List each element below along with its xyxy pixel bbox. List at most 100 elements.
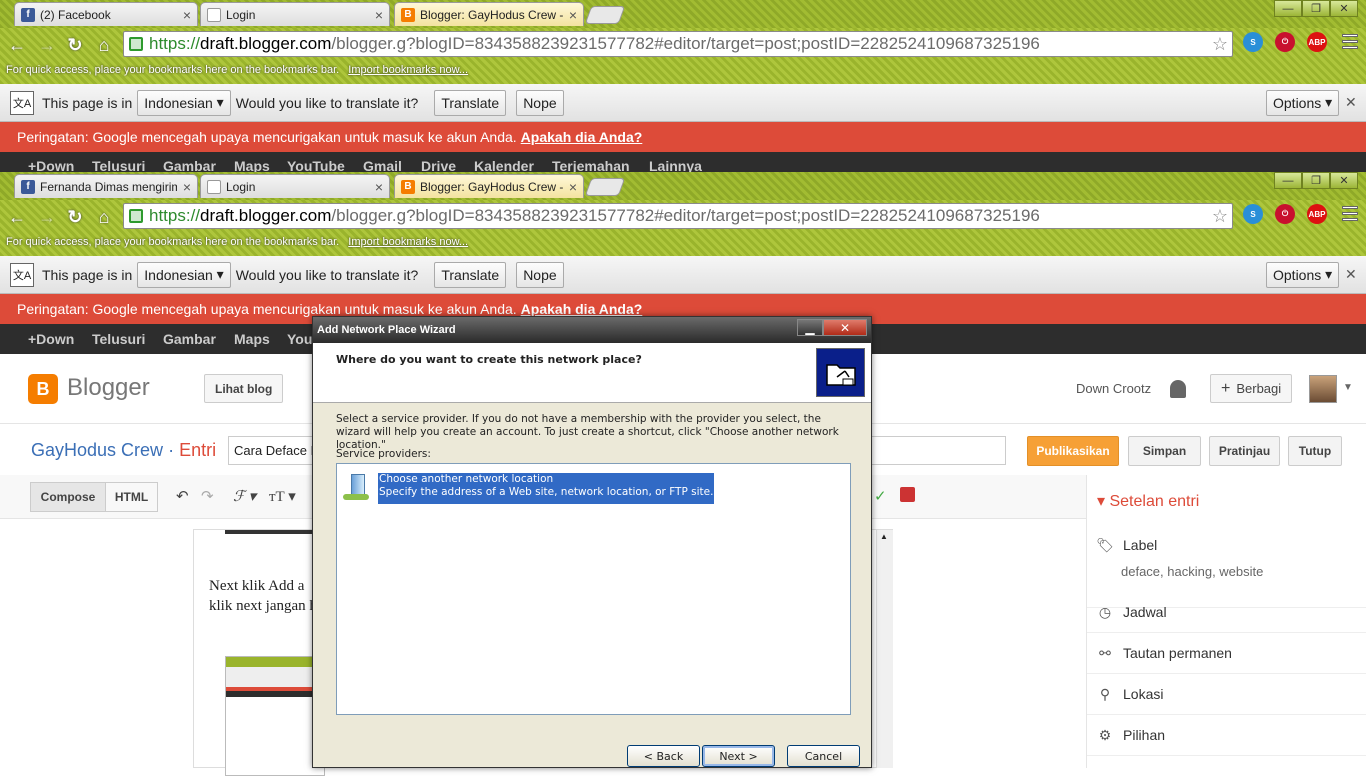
import-bookmarks-link[interactable]: Import bookmarks now... [348, 236, 468, 248]
skype-icon[interactable]: S [1243, 32, 1263, 52]
close-icon[interactable]: × [183, 7, 191, 23]
compose-tab[interactable]: Compose [30, 482, 106, 512]
redo-icon[interactable]: ↷ [201, 487, 214, 505]
cancel-button[interactable]: Cancel [787, 745, 860, 767]
location-pin-icon: ⚲ [1099, 685, 1111, 702]
sidebar-item-schedule[interactable]: ◷ Jadwal [1087, 592, 1366, 633]
new-tab-button[interactable] [584, 178, 626, 196]
stop-icon[interactable]: ⏻ [1275, 32, 1295, 52]
dialog-title[interactable]: Add Network Place Wizard [313, 317, 871, 343]
view-blog-button[interactable]: Lihat blog [204, 374, 284, 403]
minimize-icon[interactable]: ▁ [797, 319, 823, 336]
home-icon[interactable]: ⌂ [93, 206, 115, 228]
menu-icon[interactable] [1342, 206, 1358, 221]
window-controls: — ❐ ✕ [1274, 0, 1358, 17]
warning-link[interactable]: Apakah dia Anda? [521, 301, 643, 317]
home-icon[interactable]: ⌂ [93, 34, 115, 56]
next-button[interactable]: Next > [702, 745, 775, 767]
preview-button[interactable]: Pratinjau [1209, 436, 1280, 466]
close-icon[interactable]: × [183, 179, 191, 195]
spellcheck-icon[interactable]: ✓ [874, 487, 887, 505]
sidebar-item-location[interactable]: ⚲ Lokasi [1087, 674, 1366, 715]
close-icon[interactable]: × [569, 7, 577, 23]
service-providers-list[interactable]: Choose another network location Specify … [336, 463, 851, 715]
facebook-icon: f [21, 179, 35, 194]
translate-button[interactable]: Translate [434, 261, 507, 288]
translate-button[interactable]: Translate [434, 89, 507, 116]
maximize-icon[interactable]: ❐ [1302, 172, 1330, 189]
back-icon[interactable]: ← [6, 34, 28, 56]
close-icon[interactable]: ✕ [823, 319, 867, 336]
new-tab-button[interactable] [584, 6, 626, 24]
close-icon[interactable]: ✕ [1345, 266, 1357, 283]
tab-login[interactable]: Login × [200, 174, 390, 198]
selected-item-text: Choose another network location Specify … [378, 473, 715, 504]
forward-icon[interactable]: → [36, 34, 58, 56]
sidebar-title[interactable]: ▾ Setelan entri [1097, 491, 1199, 511]
reload-icon[interactable]: ↻ [64, 34, 86, 56]
minimize-icon[interactable]: — [1274, 0, 1302, 17]
avatar[interactable] [1309, 375, 1337, 403]
maximize-icon[interactable]: ❐ [1302, 0, 1330, 17]
share-button[interactable]: + Berbagi [1210, 374, 1293, 403]
back-icon[interactable]: ← [6, 206, 28, 228]
font-size-icon[interactable]: тT ▾ [269, 487, 296, 506]
tab-blogger[interactable]: B Blogger: GayHodus Crew - B... × [394, 174, 584, 198]
list-item[interactable]: Choose another network location Specify … [341, 472, 715, 504]
editor-scrollbar[interactable]: ▲ [876, 530, 893, 768]
adblock-icon[interactable]: ABP [1307, 204, 1327, 224]
bookmark-star-icon[interactable]: ☆ [1212, 34, 1228, 55]
blogger-icon: B [401, 7, 415, 22]
minimize-icon[interactable]: — [1274, 172, 1302, 189]
publish-button[interactable]: Publikasikan [1027, 436, 1119, 466]
notification-bell-icon[interactable] [1170, 380, 1186, 398]
forward-icon[interactable]: → [36, 206, 58, 228]
close-button[interactable]: Tutup [1288, 436, 1342, 466]
blogger-logo-icon[interactable]: B [28, 374, 58, 404]
stop-icon[interactable]: ⏻ [1275, 204, 1295, 224]
close-icon[interactable]: ✕ [1345, 94, 1357, 111]
sidebar-item-permalink[interactable]: ⚯ Tautan permanen [1087, 633, 1366, 674]
adblock-icon[interactable]: ABP [1307, 32, 1327, 52]
embedded-screenshot-image[interactable] [225, 656, 325, 776]
address-bar[interactable]: https://draft.blogger.com/blogger.g?blog… [123, 203, 1233, 229]
tab-strip: f (2) Facebook × Login × B Blogger: GayH… [0, 0, 1366, 28]
reload-icon[interactable]: ↻ [64, 206, 86, 228]
close-icon[interactable]: × [375, 7, 383, 23]
close-icon[interactable]: × [375, 179, 383, 195]
font-icon[interactable]: ℱ ▾ [233, 487, 256, 506]
blogger-wordmark[interactable]: Blogger [67, 374, 150, 402]
bookmark-star-icon[interactable]: ☆ [1212, 206, 1228, 227]
translate-bar: 文A This page is in Indonesian ▾ Would yo… [0, 256, 1366, 294]
close-window-icon[interactable]: ✕ [1330, 172, 1358, 189]
tab-login[interactable]: Login × [200, 2, 390, 26]
tab-blogger[interactable]: B Blogger: GayHodus Crew - B... × [394, 2, 584, 26]
close-window-icon[interactable]: ✕ [1330, 0, 1358, 17]
close-icon[interactable]: × [569, 179, 577, 195]
options-button[interactable]: Options ▾ [1266, 261, 1340, 288]
menu-icon[interactable] [1342, 34, 1358, 49]
options-button[interactable]: Options ▾ [1266, 89, 1340, 116]
tab-facebook[interactable]: f (2) Facebook × [14, 2, 198, 26]
sidebar-item-options[interactable]: ⚙ Pilihan [1087, 715, 1366, 756]
address-bar[interactable]: https://draft.blogger.com/blogger.g?blog… [123, 31, 1233, 57]
save-button[interactable]: Simpan [1128, 436, 1201, 466]
media-icon[interactable] [900, 487, 915, 502]
providers-label: Service providers: [336, 448, 431, 460]
chevron-down-icon[interactable]: ▼ [1343, 382, 1353, 393]
skype-icon[interactable]: S [1243, 204, 1263, 224]
breadcrumb: GayHodus Crew · Entri [31, 440, 217, 460]
nope-button[interactable]: Nope [516, 89, 564, 116]
warning-link[interactable]: Apakah dia Anda? [521, 129, 643, 145]
back-button[interactable]: < Back [627, 745, 700, 767]
undo-icon[interactable]: ↶ [176, 487, 189, 505]
language-select[interactable]: Indonesian ▾ [137, 89, 231, 116]
scroll-up-icon[interactable]: ▲ [880, 532, 888, 541]
tab-facebook[interactable]: f Fernanda Dimas mengirimi an × [14, 174, 198, 198]
html-tab[interactable]: HTML [105, 482, 158, 512]
network-folder-icon [816, 348, 865, 397]
language-select[interactable]: Indonesian ▾ [137, 261, 231, 288]
nope-button[interactable]: Nope [516, 261, 564, 288]
image-strip [225, 530, 315, 534]
import-bookmarks-link[interactable]: Import bookmarks now... [348, 64, 468, 76]
